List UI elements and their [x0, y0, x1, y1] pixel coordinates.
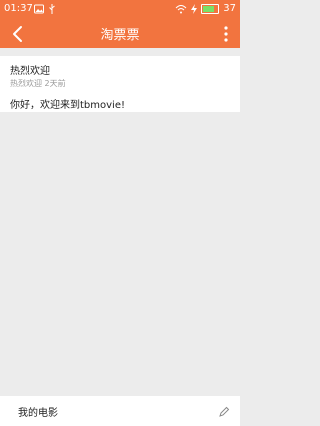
- usb-icon: [49, 4, 55, 14]
- more-vert-icon[interactable]: [222, 25, 230, 43]
- app-header: 01:37 37 淘票票: [0, 0, 240, 48]
- battery-icon: [201, 4, 220, 14]
- bottom-bar: 我的电影: [0, 396, 240, 426]
- my-movies-link[interactable]: 我的电影: [18, 404, 58, 419]
- status-bar: 01:37 37: [0, 0, 240, 18]
- battery-level: 37: [223, 3, 236, 14]
- message-meta: 热烈欢迎 2天前: [10, 79, 66, 88]
- charging-icon: [191, 4, 198, 14]
- status-time: 01:37: [4, 3, 33, 14]
- message-title: 热烈欢迎: [10, 66, 50, 77]
- status-right: 37: [175, 0, 236, 18]
- wifi-icon: [175, 5, 187, 14]
- status-icons: [34, 4, 56, 14]
- image-icon: [34, 4, 44, 14]
- message-card[interactable]: 热烈欢迎 热烈欢迎 2天前 你好，欢迎来到tbmovie!: [0, 56, 240, 112]
- app-bar: 淘票票: [0, 18, 240, 48]
- edit-icon[interactable]: [218, 406, 230, 418]
- message-body: 你好，欢迎来到tbmovie!: [10, 100, 125, 111]
- page-title: 淘票票: [100, 28, 140, 43]
